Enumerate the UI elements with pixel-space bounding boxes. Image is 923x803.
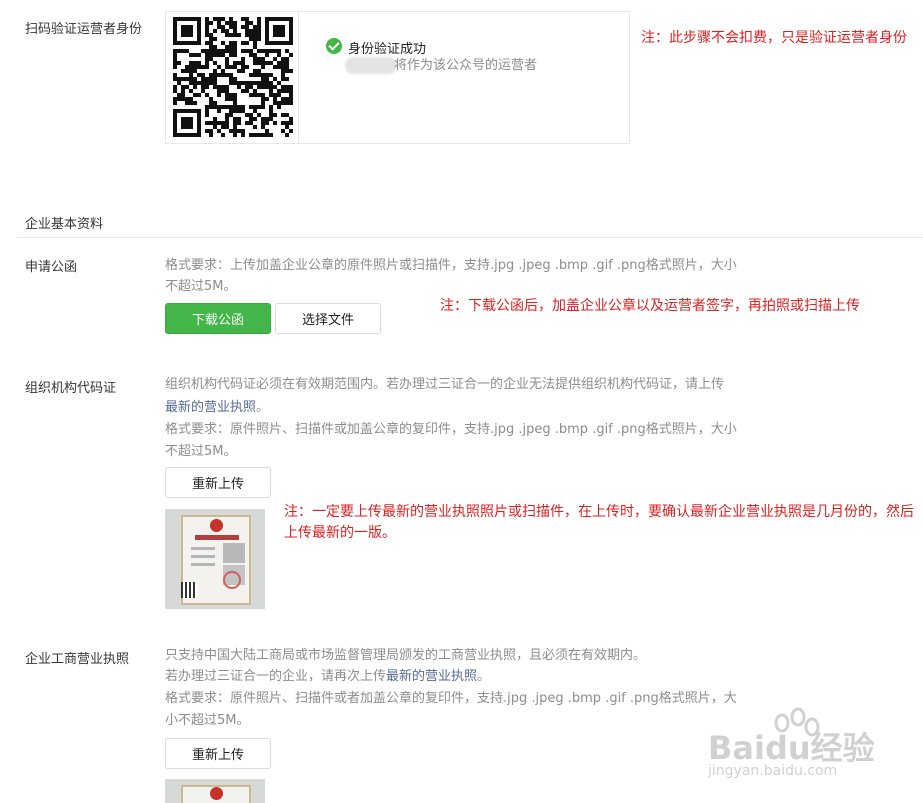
business-license-requirement-2: 小不超过5M。: [165, 713, 250, 728]
org-code-requirement-2: 不超过5M。: [165, 444, 237, 459]
license-thumbnail[interactable]: [165, 509, 265, 609]
business-license-label: 企业工商营业执照: [25, 652, 130, 667]
org-code-label: 组织机构代码证: [25, 381, 117, 396]
operator-name-blurred: [345, 57, 397, 74]
emblem-icon: [210, 519, 223, 532]
download-letter-button[interactable]: 下载公函: [165, 303, 271, 334]
section-title: 企业基本资料: [25, 217, 104, 232]
mini-qr-icon: [181, 582, 197, 598]
org-code-requirement-1: 格式要求：原件照片、扫描件或加盖公章的复印件，支持.jpg .jpeg .bmp…: [165, 422, 737, 437]
choose-file-button[interactable]: 选择文件: [275, 303, 381, 334]
application-letter-label: 申请公函: [25, 260, 78, 275]
operator-verify-label: 扫码验证运营者身份: [25, 22, 143, 37]
application-letter-note: 注：下载公函后，加盖企业公章以及运营者签字，再拍照或扫描上传: [440, 298, 860, 314]
org-code-desc-2: 最新的营业执照。: [165, 400, 270, 415]
stamp-icon: [223, 571, 241, 589]
qr-code: [166, 12, 299, 143]
watermark-url: jingyan.baidu.com: [708, 763, 838, 779]
verify-box: [165, 11, 630, 144]
business-license-reupload-button[interactable]: 重新上传: [165, 738, 271, 769]
org-code-desc-1: 组织机构代码证必须在有效期范围内。若办理过三证合一的企业无法提供组织机构代码证，…: [165, 377, 725, 392]
emblem-icon-2: [210, 787, 223, 800]
org-code-reupload-button[interactable]: 重新上传: [165, 467, 271, 498]
operator-verify-note: 注：此步骤不会扣费，只是验证运营者身份: [641, 30, 907, 46]
license-thumbnail-2[interactable]: [165, 779, 265, 803]
latest-license-link-2[interactable]: 最新的营业执照: [386, 669, 477, 684]
application-letter-requirement-1: 格式要求：上传加盖企业公章的原件照片或扫描件，支持.jpg .jpeg .bmp…: [165, 258, 737, 273]
org-code-note: 注：一定要上传最新的营业执照照片或扫描件，在上传时，要确认最新企业营业执照是几月…: [284, 504, 914, 541]
verify-status-detail: 将作为该公众号的运营者: [394, 58, 538, 73]
application-letter-requirement-2: 不超过5M。: [165, 279, 237, 294]
business-license-desc-1: 只支持中国大陆工商局或市场监督管理局颁发的工商营业执照，且必须在有效期内。: [165, 648, 647, 663]
business-license-requirement-1: 格式要求：原件照片、扫描件或者加盖公章的复印件，支持.jpg .jpeg .bm…: [165, 691, 737, 706]
section-divider: [17, 237, 923, 238]
latest-license-link[interactable]: 最新的营业执照: [165, 400, 256, 415]
baidu-watermark: Baidu经验 jingyan.baidu.com: [700, 705, 910, 785]
check-icon: [326, 38, 342, 54]
business-license-desc-2: 若办理过三证合一的企业，请再次上传最新的营业执照。: [165, 669, 491, 684]
